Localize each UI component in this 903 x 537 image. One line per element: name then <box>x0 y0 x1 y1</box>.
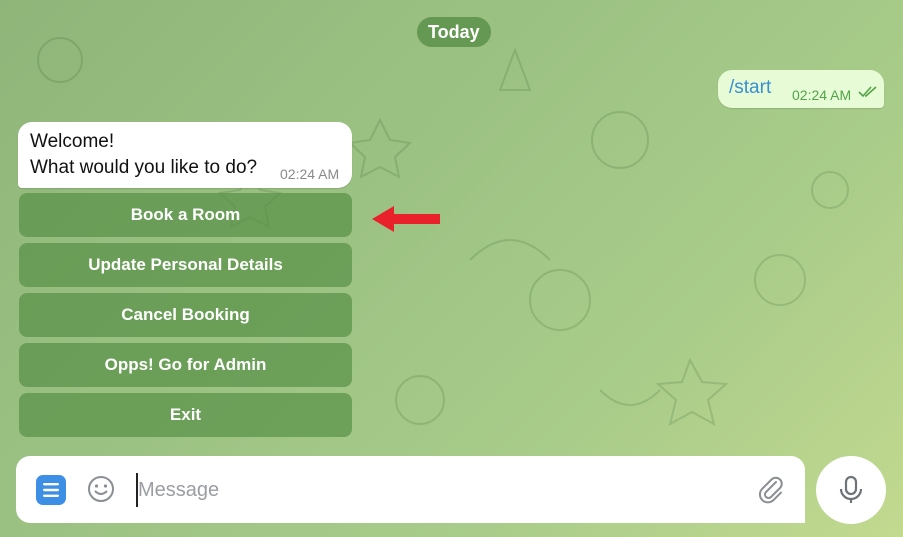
incoming-message-line1: Welcome! <box>30 131 115 152</box>
menu-icon <box>43 483 59 497</box>
menu-button[interactable] <box>36 475 66 505</box>
admin-button[interactable]: Opps! Go for Admin <box>19 343 352 387</box>
date-separator: Today <box>417 17 491 47</box>
outgoing-message-text: /start <box>729 77 772 98</box>
exit-button[interactable]: Exit <box>19 393 352 437</box>
emoji-icon[interactable] <box>86 474 116 504</box>
incoming-message-line2: What would you like to do? <box>30 157 258 178</box>
update-details-button[interactable]: Update Personal Details <box>19 243 352 287</box>
outgoing-message-time: 02:24 AM <box>792 87 852 103</box>
microphone-button[interactable] <box>816 456 886 524</box>
red-arrow-icon <box>372 206 440 232</box>
paperclip-icon[interactable] <box>756 474 786 504</box>
incoming-message-time: 02:24 AM <box>280 166 340 182</box>
double-check-icon <box>858 86 877 98</box>
message-composer <box>16 456 805 523</box>
cancel-booking-button[interactable]: Cancel Booking <box>19 293 352 337</box>
microphone-icon <box>839 475 863 503</box>
book-room-button[interactable]: Book a Room <box>19 193 352 237</box>
message-input[interactable] <box>136 473 750 507</box>
incoming-message[interactable]: Welcome! What would you like to do? 02:2… <box>18 122 352 188</box>
outgoing-message[interactable]: /start 02:24 AM <box>718 70 884 108</box>
